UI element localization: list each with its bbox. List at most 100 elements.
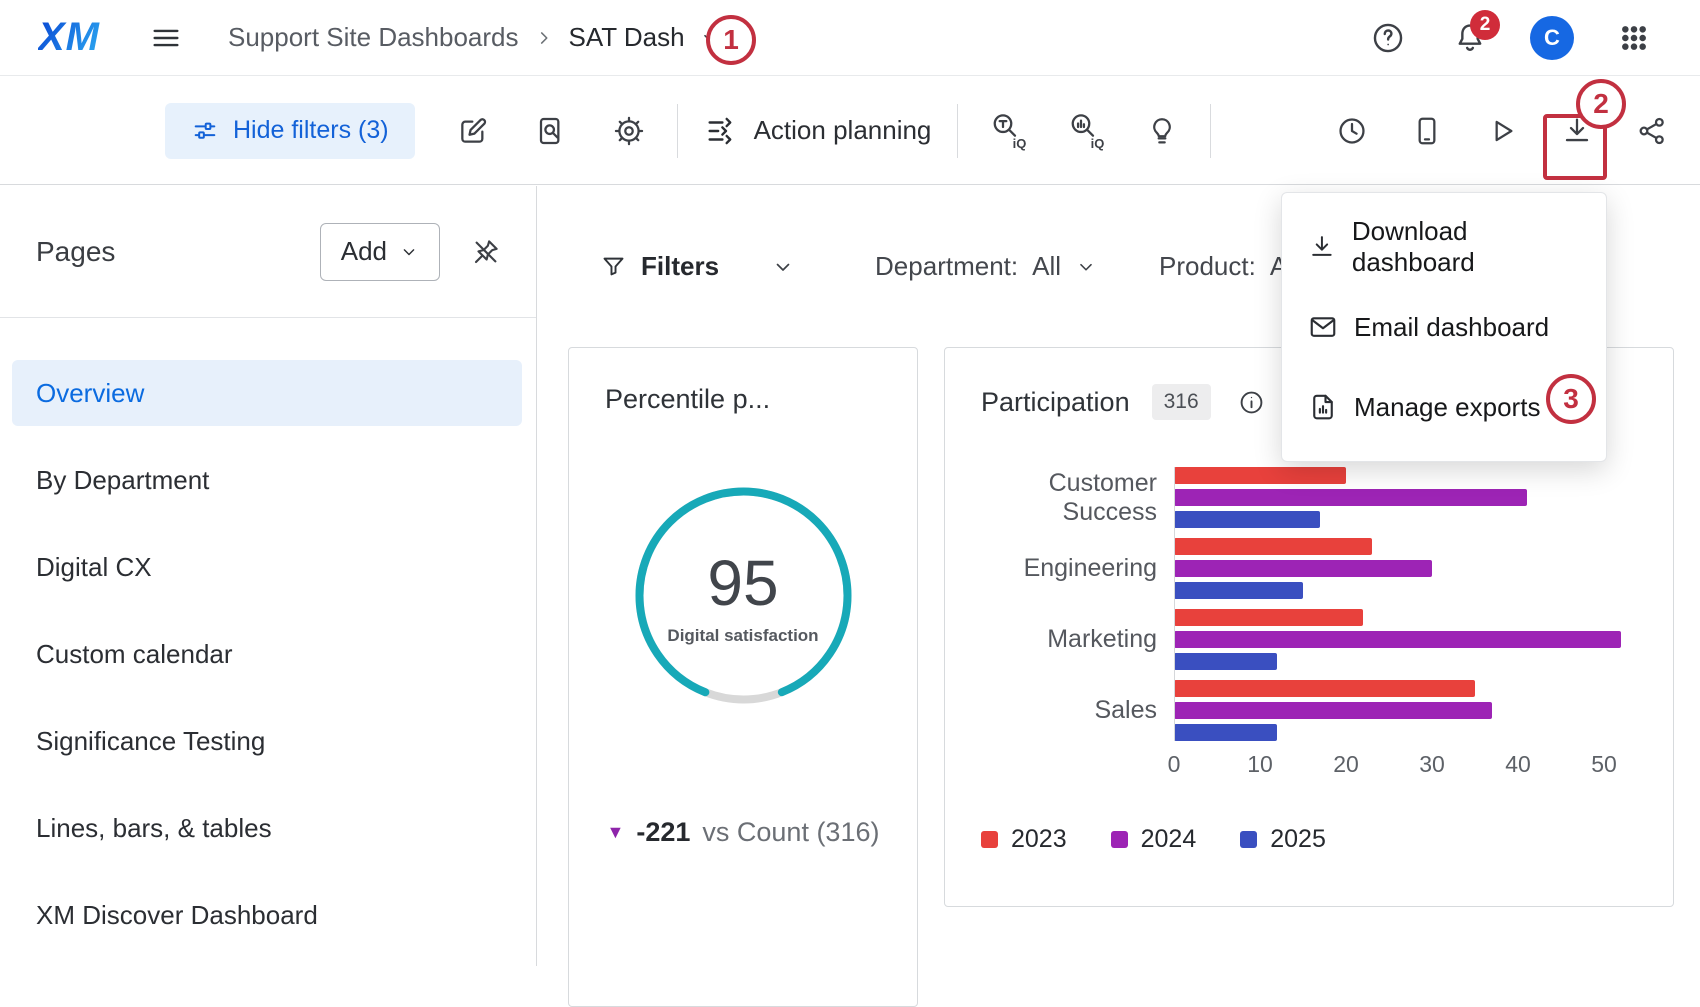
legend-item-2024[interactable]: 2024 — [1111, 825, 1197, 854]
history-button[interactable] — [1330, 109, 1374, 153]
x-tick: 10 — [1247, 751, 1273, 778]
department-filter-value[interactable]: All — [1032, 251, 1061, 282]
sidebar-item-overview[interactable]: Overview — [12, 360, 522, 426]
export-menu-item-label: Download dashboard — [1352, 216, 1580, 278]
export-menu-item-label: Manage exports — [1354, 392, 1540, 423]
legend-label: 2025 — [1270, 825, 1326, 854]
bar-2023 — [1174, 538, 1372, 555]
edit-button[interactable] — [451, 109, 495, 153]
x-tick: 40 — [1505, 751, 1531, 778]
topbar-actions: 2 C — [1366, 16, 1656, 60]
plot-rows: Customer Success Engineering Marketing Sale… — [981, 467, 1637, 741]
app-grid-button[interactable] — [1612, 16, 1656, 60]
help-button[interactable] — [1366, 16, 1410, 60]
breadcrumb-root[interactable]: Support Site Dashboards — [228, 22, 519, 53]
toolbar-divider — [677, 104, 678, 158]
bar-group: Engineering — [981, 538, 1637, 599]
x-tick: 0 — [1168, 751, 1181, 778]
chevron-down-icon[interactable] — [771, 255, 795, 279]
menu-button[interactable] — [144, 16, 188, 60]
present-button[interactable] — [1480, 109, 1524, 153]
sidebar-item-digital-cx[interactable]: Digital CX — [12, 534, 522, 600]
bar-cluster — [1174, 538, 1604, 599]
download-icon — [1308, 232, 1336, 262]
share-button[interactable] — [1630, 109, 1674, 153]
category-label: Sales — [981, 696, 1174, 725]
filter-sliders-icon — [191, 117, 219, 145]
top-bar: XM Support Site Dashboards SAT Dash 2 C — [0, 0, 1700, 76]
sidebar-item-significance-testing[interactable]: Significance Testing — [12, 708, 522, 774]
annotation-step-3: 3 — [1546, 374, 1596, 424]
bar-cluster — [1174, 609, 1604, 670]
stats-iq-icon: iQ — [1067, 111, 1101, 151]
preview-button[interactable] — [529, 109, 573, 153]
legend-swatch — [981, 831, 998, 848]
pages-sidebar: Pages Add Overview By Department Digital… — [0, 186, 537, 966]
toolbar-divider — [1210, 104, 1211, 158]
legend-label: 2023 — [1011, 825, 1067, 854]
pencil-icon — [457, 115, 489, 147]
legend-label: 2024 — [1141, 825, 1197, 854]
toolbar-divider — [957, 104, 958, 158]
page-preview-icon — [535, 115, 567, 147]
bar-group: Sales — [981, 680, 1637, 741]
legend-swatch — [1111, 831, 1128, 848]
clock-icon — [1336, 115, 1368, 147]
legend-item-2025[interactable]: 2025 — [1240, 825, 1326, 854]
category-label: Customer Success — [981, 469, 1174, 527]
bar-2024 — [1174, 489, 1527, 506]
department-filter-label: Department: — [875, 251, 1018, 282]
settings-button[interactable] — [607, 109, 651, 153]
pages-title: Pages — [36, 236, 115, 268]
x-axis-ticks: 01020304050 — [1174, 751, 1604, 779]
chevron-right-icon — [533, 27, 555, 49]
sidebar-item-by-department[interactable]: By Department — [12, 447, 522, 513]
x-tick: 50 — [1591, 751, 1617, 778]
legend-item-2023[interactable]: 2023 — [981, 825, 1067, 854]
category-label: Engineering — [981, 554, 1174, 583]
info-button[interactable] — [1235, 385, 1269, 419]
funnel-icon[interactable] — [600, 253, 627, 280]
category-label: Marketing — [981, 625, 1174, 654]
breadcrumb-current[interactable]: SAT Dash — [569, 22, 685, 53]
info-icon — [1238, 389, 1265, 416]
bar-2025 — [1174, 724, 1277, 741]
export-menu: Download dashboard Email dashboard Manag… — [1281, 192, 1607, 462]
stats-iq-label: iQ — [1091, 136, 1105, 151]
bar-2024 — [1174, 702, 1492, 719]
chart-legend: 2023 2024 2025 — [981, 825, 1637, 854]
action-planning-label: Action planning — [754, 115, 932, 146]
question-icon — [1371, 21, 1405, 55]
sidebar-item-custom-calendar[interactable]: Custom calendar — [12, 621, 522, 687]
notifications-button[interactable]: 2 — [1448, 16, 1492, 60]
unpin-sidebar-button[interactable] — [464, 230, 508, 274]
triangle-down-icon: ▼ — [607, 822, 625, 843]
grid-icon — [1618, 22, 1650, 54]
hide-filters-label: Hide filters (3) — [233, 116, 389, 145]
bar-2025 — [1174, 511, 1320, 528]
export-menu-item-email[interactable]: Email dashboard — [1282, 287, 1606, 367]
filters-label[interactable]: Filters — [641, 251, 719, 282]
mobile-preview-button[interactable] — [1405, 109, 1449, 153]
percentile-card-title: Percentile p... — [605, 384, 881, 415]
action-planning-button[interactable]: Action planning — [704, 114, 932, 148]
avatar[interactable]: C — [1530, 16, 1574, 60]
product-filter-label: Product: — [1159, 251, 1256, 282]
text-iq-button[interactable]: iQ — [984, 109, 1028, 153]
page-list: Overview By Department Digital CX Custom… — [0, 318, 536, 948]
bar-2025 — [1174, 653, 1277, 670]
notification-badge: 2 — [1470, 10, 1500, 40]
ideas-button[interactable] — [1140, 109, 1184, 153]
manage-exports-icon — [1308, 392, 1338, 422]
y-axis-line — [1174, 467, 1175, 741]
chevron-down-icon[interactable] — [1075, 256, 1097, 278]
export-menu-item-download[interactable]: Download dashboard — [1282, 207, 1606, 287]
add-page-button[interactable]: Add — [320, 223, 440, 281]
gauge-label: Digital satisfaction — [667, 626, 818, 646]
sidebar-item-xm-discover[interactable]: XM Discover Dashboard — [12, 882, 522, 948]
hide-filters-button[interactable]: Hide filters (3) — [165, 103, 415, 159]
stats-iq-button[interactable]: iQ — [1062, 109, 1106, 153]
bar-cluster — [1174, 680, 1604, 741]
gauge: 95 Digital satisfaction — [627, 479, 860, 712]
sidebar-item-lines-bars-tables[interactable]: Lines, bars, & tables — [12, 795, 522, 861]
